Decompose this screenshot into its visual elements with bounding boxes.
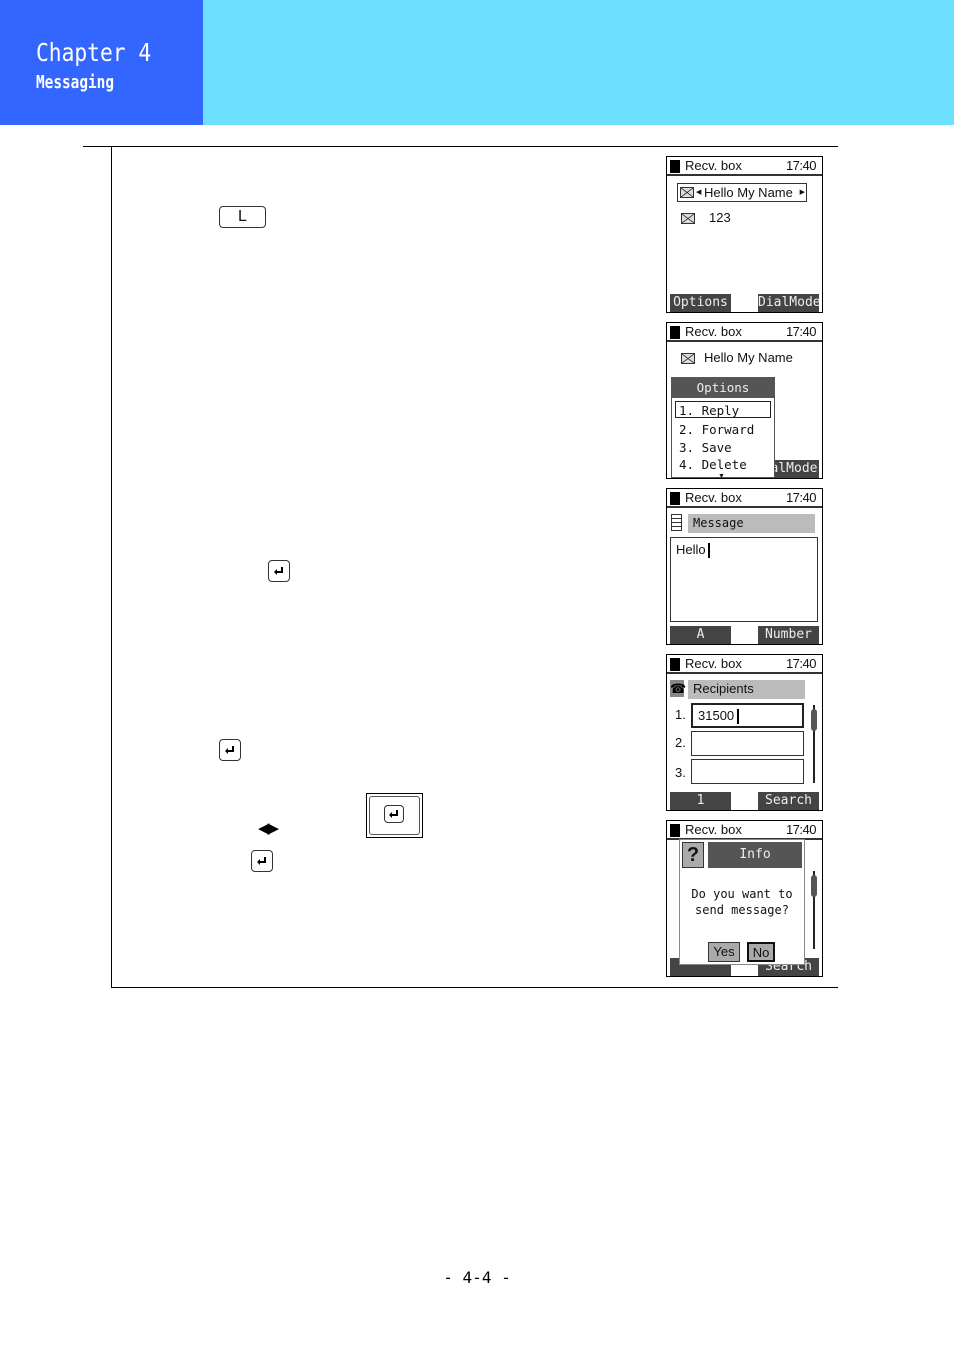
right-arrow-icon: ▶: [799, 189, 805, 196]
signal-icon: [670, 160, 680, 173]
recipient-number-label: 1.: [675, 707, 686, 722]
chapter-title: Chapter 4: [36, 38, 152, 67]
sender-icon: [681, 213, 695, 224]
document-icon: [671, 514, 682, 531]
status-title: Recv. box: [685, 158, 742, 173]
info-dialog: ? Info Do you want to send message? Yes …: [679, 839, 805, 965]
subject-text: Hello My Name: [704, 350, 793, 365]
status-title: Recv. box: [685, 822, 742, 837]
chapter-banner: Chapter 4 Messaging: [0, 0, 203, 125]
recipient-field-2[interactable]: [691, 731, 804, 756]
enter-key-icon: [268, 560, 290, 582]
dialog-line-2: send message?: [695, 903, 789, 917]
envelope-icon: [680, 187, 694, 198]
signal-icon: [670, 492, 680, 505]
options-menu: Options 1. Reply 2. Forward 3. Save 4. D…: [671, 377, 775, 478]
envelope-icon: [681, 353, 695, 364]
status-bar: Recv. box 17:40: [667, 323, 822, 342]
scrollbar-thumb: [811, 875, 817, 897]
softkey-number[interactable]: Number: [758, 626, 819, 644]
dialog-message: Do you want to send message?: [680, 886, 804, 918]
phone-screen-received-message: Recv. box 17:40 ◀ Hello My Name ▶ 123 Op…: [666, 156, 823, 313]
status-time: 17:40: [785, 656, 817, 671]
dialog-title: Info: [708, 842, 802, 868]
status-bar: Recv. box 17:40: [667, 655, 822, 674]
message-text: Hello: [676, 542, 706, 557]
subject-text: Hello My Name: [704, 185, 793, 200]
softkey-input-mode[interactable]: 1: [670, 792, 731, 810]
status-time: 17:40: [785, 158, 817, 173]
phone-icon: ☎: [670, 680, 687, 697]
header-band: [203, 0, 954, 125]
chapter-subtitle: Messaging: [36, 72, 115, 93]
no-button[interactable]: No: [747, 942, 775, 962]
recipient-field-1[interactable]: 31500: [691, 703, 804, 728]
menu-title: Options: [672, 378, 774, 398]
sender-number: 123: [709, 210, 731, 225]
frame-top-rule: [83, 146, 838, 147]
text-cursor: [708, 543, 710, 558]
message-textarea[interactable]: Hello: [670, 537, 818, 622]
status-title: Recv. box: [685, 324, 742, 339]
status-bar: Recv. box 17:40: [667, 489, 822, 508]
enter-key-icon: [219, 739, 241, 761]
status-bar: Recv. box 17:40: [667, 821, 822, 840]
l-key-icon: L: [219, 206, 266, 228]
signal-icon: [670, 326, 680, 339]
recipient-number-label: 2.: [675, 735, 686, 750]
subject-row[interactable]: ◀ Hello My Name ▶: [677, 183, 807, 202]
softkey-dialmode[interactable]: DialMode: [758, 294, 821, 312]
status-title: Recv. box: [685, 656, 742, 671]
page-number: - 4-4 -: [443, 1268, 511, 1287]
frame-bottom-rule: [111, 987, 838, 988]
signal-icon: [670, 658, 680, 671]
menu-item-save[interactable]: 3. Save: [679, 440, 732, 455]
softkey-options[interactable]: Options: [670, 294, 731, 312]
text-cursor: [737, 709, 739, 724]
softkey-input-mode[interactable]: A: [670, 626, 731, 644]
enter-key-icon: [384, 805, 404, 823]
recipient-field-3[interactable]: [691, 759, 804, 784]
left-arrow-icon: ◀: [696, 189, 702, 196]
signal-icon: [670, 824, 680, 837]
status-time: 17:40: [785, 822, 817, 837]
enter-key-icon: [251, 850, 273, 872]
softkey-dialmode[interactable]: alMode: [769, 460, 819, 478]
phone-screen-recipients: Recv. box 17:40 ☎ Recipients 1. 31500 2.…: [666, 654, 823, 811]
status-time: 17:40: [785, 324, 817, 339]
menu-item-forward[interactable]: 2. Forward: [679, 422, 754, 437]
status-bar: Recv. box 17:40: [667, 157, 822, 176]
scrollbar-thumb[interactable]: [811, 709, 817, 731]
phone-screen-options-menu: Recv. box 17:40 Hello My Name alMode Opt…: [666, 322, 823, 479]
menu-item-reply[interactable]: 1. Reply: [679, 403, 739, 418]
phone-screen-send-confirm: Recv. box 17:40 Search ? Info Do you wan…: [666, 820, 823, 977]
dialog-line-1: Do you want to: [691, 887, 793, 901]
menu-item-delete[interactable]: 4. Delete: [679, 457, 747, 472]
field-label: Recipients: [688, 680, 805, 699]
field-label: Message: [688, 514, 815, 533]
status-time: 17:40: [785, 490, 817, 505]
recipient-number-label: 3.: [675, 765, 686, 780]
frame-left-rule: [111, 146, 112, 988]
phone-screen-message-editor: Recv. box 17:40 Message Hello A Number: [666, 488, 823, 645]
yes-button[interactable]: Yes: [708, 942, 740, 962]
left-right-arrows-icon: ◀▶: [258, 819, 279, 837]
status-title: Recv. box: [685, 490, 742, 505]
question-icon: ?: [682, 842, 704, 868]
recipient-value: 31500: [698, 708, 735, 723]
navigation-pad-icon: [366, 793, 423, 838]
softkey-search[interactable]: Search: [758, 792, 819, 810]
scroll-down-icon: ▼: [718, 473, 725, 479]
